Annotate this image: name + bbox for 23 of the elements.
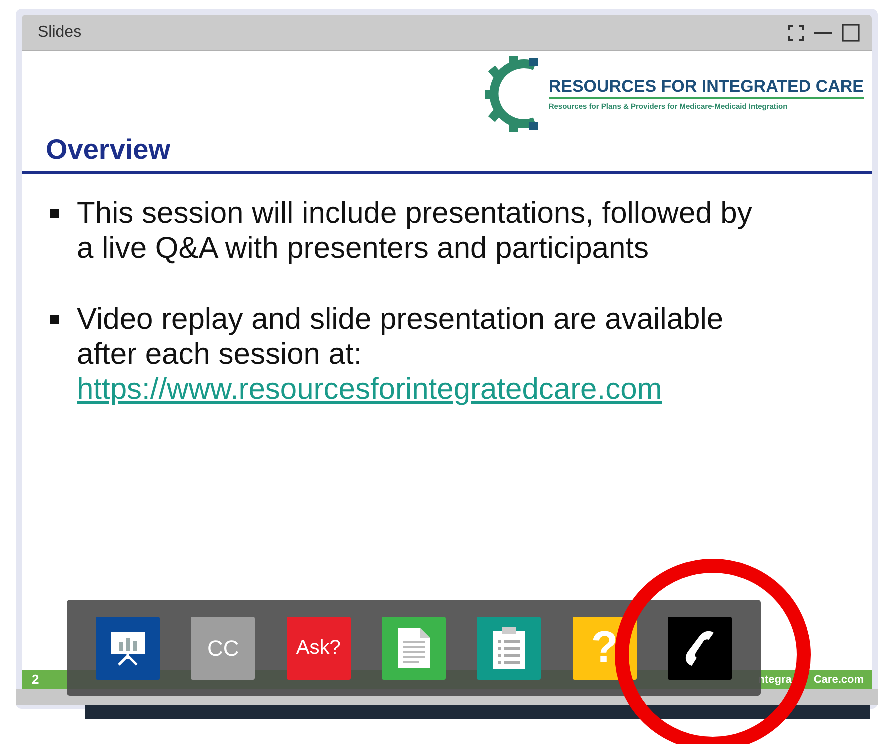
footer-url: ntegra	[758, 672, 792, 688]
maximize-icon[interactable]	[842, 24, 860, 42]
toolbar-button[interactable]: CC	[191, 616, 256, 680]
clipboard-button[interactable]	[477, 616, 542, 680]
window-title: Slides	[38, 22, 82, 42]
page-number: 2	[32, 671, 40, 690]
logo-title: RESOURCES FOR INTEGRATED CARE	[548, 76, 864, 99]
bullet-text: This session will include presentations, followed by a live Q&A with presenters and participants	[77, 196, 752, 266]
slide-link[interactable]: https://www.resourcesforintegratedcare.com	[77, 372, 662, 407]
footer-url: Care.com	[814, 672, 864, 688]
fullscreen-icon[interactable]	[788, 24, 804, 40]
toolbar-button[interactable]: Ask?	[286, 616, 351, 680]
minimize-icon[interactable]	[814, 30, 832, 34]
document-button[interactable]	[382, 616, 446, 680]
easel-chart-icon	[108, 630, 148, 666]
bullet-text: Video replay and slide presentation are available after each session at:	[77, 302, 724, 372]
bullet-icon	[50, 315, 59, 324]
clipboard-icon	[493, 627, 526, 669]
document-icon	[398, 628, 430, 668]
presentation-button[interactable]	[96, 616, 160, 680]
phone-button[interactable]	[668, 616, 732, 680]
bullet-icon	[50, 209, 59, 218]
slide-heading: Overview	[46, 134, 171, 165]
